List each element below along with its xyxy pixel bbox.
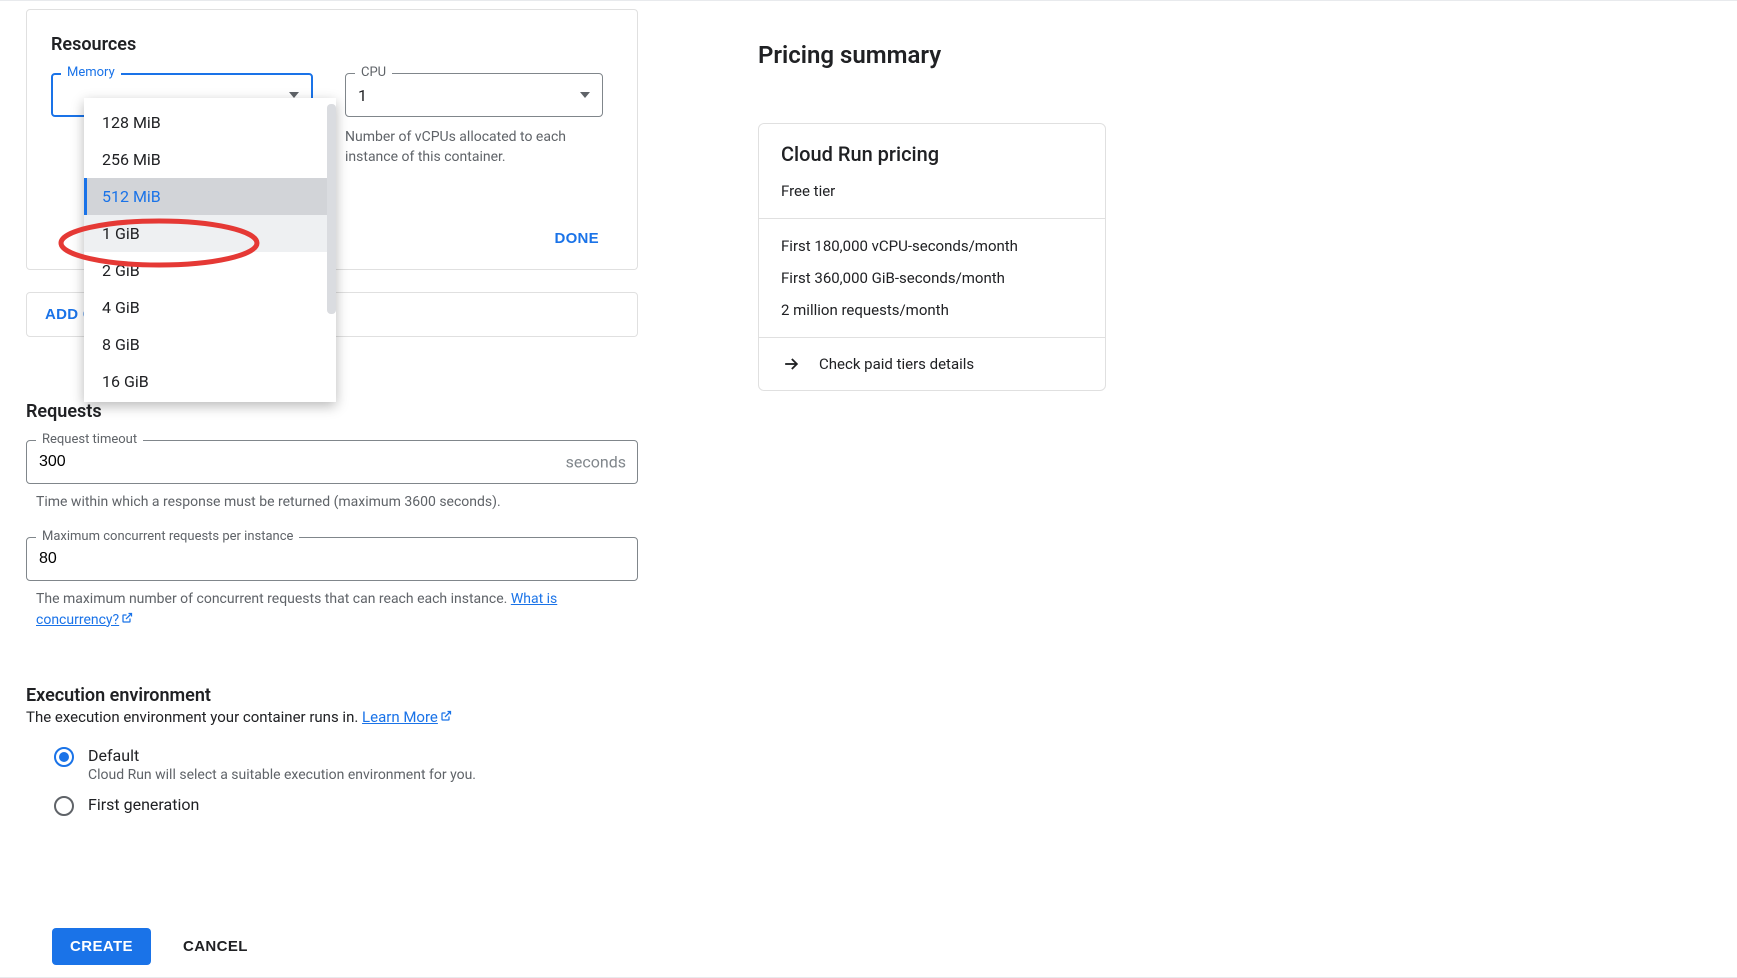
arrow-right-icon	[781, 354, 801, 374]
cpu-field[interactable]: CPU 1 Number of vCPUs allocated to each …	[345, 73, 603, 168]
memory-option[interactable]: 1 GiB	[84, 215, 336, 252]
exec-radio-default[interactable]: Default Cloud Run will select a suitable…	[54, 746, 638, 783]
dropdown-scrollbar[interactable]	[327, 104, 336, 314]
radio-firstgen-label: First generation	[88, 795, 199, 814]
pricing-summary-heading: Pricing summary	[758, 41, 1138, 69]
paid-tiers-link[interactable]: Check paid tiers details	[759, 338, 1105, 390]
settings-form: Resources Memory CPU 1 Number of vCPUs a…	[26, 9, 638, 977]
timeout-field-wrap: Request timeout seconds	[26, 440, 638, 484]
memory-option[interactable]: 512 MiB	[84, 178, 336, 215]
radio-default-sub: Cloud Run will select a suitable executi…	[88, 767, 476, 783]
paid-tiers-label: Check paid tiers details	[819, 355, 974, 373]
radio-firstgen[interactable]	[54, 796, 74, 816]
concurrency-label: Maximum concurrent requests per instance	[36, 529, 299, 544]
cpu-select-value: 1	[358, 86, 367, 105]
pricing-panel: Pricing summary Cloud Run pricing Free t…	[758, 9, 1138, 977]
tier-line: First 180,000 vCPU-seconds/month	[781, 237, 1083, 255]
external-link-icon	[440, 710, 452, 726]
create-button[interactable]: CREATE	[52, 928, 151, 965]
memory-option[interactable]: 256 MiB	[84, 141, 336, 178]
memory-option[interactable]: 128 MiB	[84, 104, 336, 141]
exec-learn-more-link[interactable]: Learn More	[362, 708, 438, 726]
concurrency-field-wrap: Maximum concurrent requests per instance	[26, 537, 638, 581]
requests-heading: Requests	[26, 401, 638, 422]
execution-environment-section: Execution environment The execution envi…	[26, 685, 638, 816]
tier-list: First 180,000 vCPU-seconds/month First 3…	[759, 219, 1105, 338]
free-tier-label: Free tier	[781, 182, 1083, 200]
done-button[interactable]: DONE	[540, 222, 613, 255]
pricing-card-title: Cloud Run pricing	[781, 142, 1083, 166]
cpu-label: CPU	[355, 65, 392, 80]
tier-line: 2 million requests/month	[781, 301, 1083, 319]
cancel-button[interactable]: CANCEL	[183, 938, 248, 955]
radio-default-label: Default	[88, 746, 476, 765]
memory-option[interactable]: 8 GiB	[84, 326, 336, 363]
memory-label: Memory	[61, 65, 121, 80]
requests-section: Requests Request timeout seconds Time wi…	[26, 401, 638, 631]
chevron-down-icon	[580, 92, 590, 98]
timeout-helper: Time within which a response must be ret…	[36, 492, 638, 513]
exec-radio-firstgen[interactable]: First generation	[54, 795, 638, 816]
resources-heading: Resources	[51, 34, 613, 55]
exec-description: The execution environment your container…	[26, 708, 638, 726]
footer-actions: CREATE CANCEL	[52, 928, 248, 965]
memory-option[interactable]: 4 GiB	[84, 289, 336, 326]
exec-heading: Execution environment	[26, 685, 638, 706]
external-link-icon	[121, 611, 133, 631]
timeout-suffix: seconds	[566, 452, 626, 471]
radio-default[interactable]	[54, 747, 74, 767]
memory-dropdown-menu: 128 MiB256 MiB512 MiB1 GiB2 GiB4 GiB8 Gi…	[84, 98, 336, 402]
concurrency-helper: The maximum number of concurrent request…	[36, 589, 638, 631]
pricing-card: Cloud Run pricing Free tier First 180,00…	[758, 123, 1106, 391]
cpu-helper-text: Number of vCPUs allocated to each instan…	[345, 127, 603, 168]
tier-line: First 360,000 GiB-seconds/month	[781, 269, 1083, 287]
memory-option[interactable]: 2 GiB	[84, 252, 336, 289]
memory-option[interactable]: 16 GiB	[84, 363, 336, 400]
timeout-label: Request timeout	[36, 432, 143, 447]
concurrency-helper-text: The maximum number of concurrent request…	[36, 591, 511, 607]
